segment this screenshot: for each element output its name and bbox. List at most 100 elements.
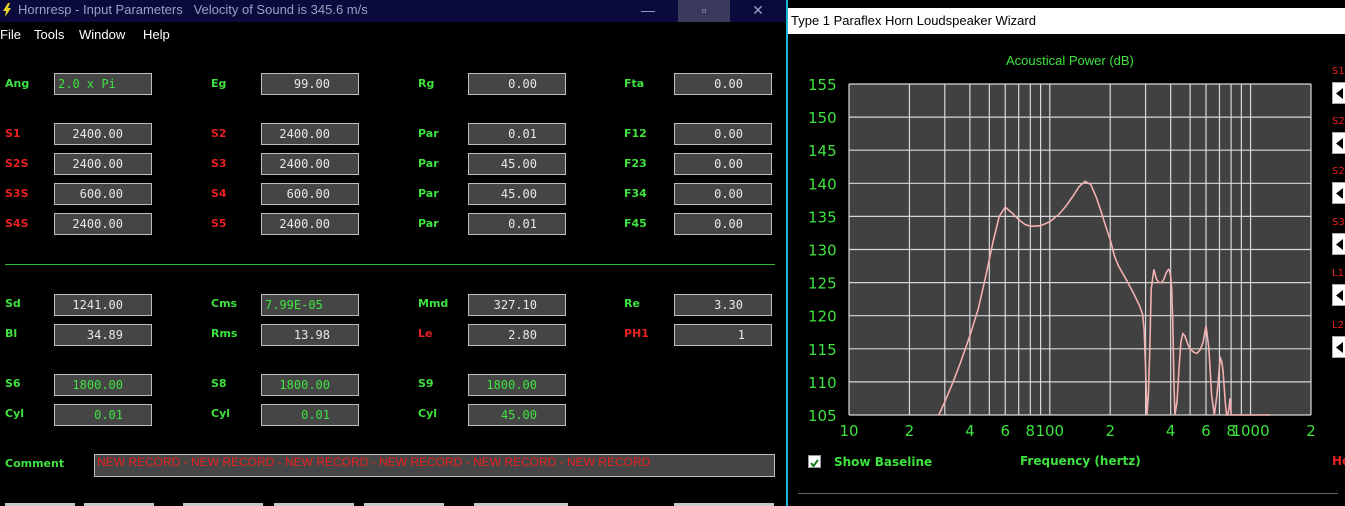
frequency-axis-label: Frequency (hertz) — [1020, 454, 1141, 468]
param-field[interactable]: 0.01 — [468, 213, 566, 235]
le-field[interactable]: 2.80 — [468, 324, 566, 346]
menu-tools[interactable]: Tools — [34, 27, 64, 42]
x-tick-label: 4 — [965, 422, 975, 440]
maximize-button[interactable]: ▫ — [678, 0, 730, 22]
show-baseline-label[interactable]: Show Baseline — [834, 455, 932, 469]
y-tick-label: 155 — [808, 76, 837, 94]
minimize-button[interactable]: — — [622, 0, 674, 22]
cut-off-label: Ho — [1332, 454, 1345, 468]
side-control-label: L2 — [1332, 320, 1344, 331]
menu-file[interactable]: File — [0, 27, 21, 42]
param-field[interactable]: 0.00 — [674, 153, 772, 175]
cyl3-label: Cyl — [418, 407, 438, 420]
mmd-label: Mmd — [418, 297, 449, 310]
x-tick-label: 8 — [1026, 422, 1036, 440]
param-field[interactable]: 2.0 x Pi — [54, 73, 152, 95]
param-field[interactable]: 0.00 — [674, 183, 772, 205]
left-window-title: Hornresp - Input Parameters Velocity of … — [18, 2, 368, 17]
param-label: Fta — [624, 77, 645, 90]
param-field[interactable]: 600.00 — [54, 183, 152, 205]
param-label: Eg — [211, 77, 227, 90]
s9-label: S9 — [418, 377, 434, 390]
mmd-field[interactable]: 327.10 — [468, 294, 566, 316]
param-field[interactable]: 600.00 — [261, 183, 359, 205]
y-tick-label: 125 — [808, 275, 837, 293]
param-field[interactable]: 0.00 — [468, 73, 566, 95]
param-field[interactable]: 2400.00 — [54, 123, 152, 145]
arrow-left-icon — [1336, 188, 1343, 199]
menu-bar: File Tools Window Help — [0, 24, 786, 46]
side-control-arrow-button[interactable] — [1332, 336, 1345, 358]
param-field[interactable]: 2400.00 — [54, 153, 152, 175]
menu-window[interactable]: Window — [79, 27, 125, 42]
left-titlebar[interactable]: Hornresp - Input Parameters Velocity of … — [0, 0, 786, 22]
param-field[interactable]: 0.00 — [674, 123, 772, 145]
menu-help[interactable]: Help — [143, 27, 170, 42]
y-tick-label: 145 — [808, 142, 837, 160]
rms-field[interactable]: 13.98 — [261, 324, 359, 346]
param-field[interactable]: 2400.00 — [261, 123, 359, 145]
side-control-arrow-button[interactable] — [1332, 182, 1345, 204]
cyl1-field[interactable]: 0.01 — [54, 404, 152, 426]
x-tick-label: 6 — [1201, 422, 1211, 440]
x-tick-label: 2 — [905, 422, 915, 440]
arrow-left-icon — [1336, 138, 1343, 149]
param-label: S5 — [211, 217, 227, 230]
param-field[interactable]: 0.01 — [468, 123, 566, 145]
y-tick-label: 135 — [808, 208, 837, 226]
side-control-arrow-button[interactable] — [1332, 82, 1345, 104]
show-baseline-checkbox[interactable] — [808, 455, 821, 468]
cyl2-field[interactable]: 0.01 — [261, 404, 359, 426]
param-label: Par — [418, 127, 439, 140]
param-field[interactable]: 0.00 — [674, 73, 772, 95]
close-button[interactable]: ✕ — [732, 0, 784, 22]
arrow-left-icon — [1336, 239, 1343, 250]
side-control-arrow-button[interactable] — [1332, 132, 1345, 154]
cyl3-field[interactable]: 45.00 — [468, 404, 566, 426]
param-label: S2S — [5, 157, 29, 170]
y-tick-label: 140 — [808, 175, 837, 193]
comment-field[interactable]: NEW RECORD - NEW RECORD - NEW RECORD - N… — [94, 454, 775, 477]
side-control-label: L1 — [1332, 268, 1344, 279]
param-label: F45 — [624, 217, 647, 230]
x-tick-label: 2 — [1105, 422, 1115, 440]
sd-field[interactable]: 1241.00 — [54, 294, 152, 316]
side-control-arrow-button[interactable] — [1332, 233, 1345, 255]
param-label: Rg — [418, 77, 435, 90]
x-tick-label: 4 — [1166, 422, 1176, 440]
bottom-separator — [798, 493, 1338, 494]
param-field[interactable]: 99.00 — [261, 73, 359, 95]
param-label: Par — [418, 187, 439, 200]
x-tick-label: 6 — [1000, 422, 1010, 440]
s9-field[interactable]: 1800.00 — [468, 374, 566, 396]
s8-label: S8 — [211, 377, 227, 390]
checkmark-icon — [810, 459, 819, 468]
ph1-field[interactable]: 1 — [674, 324, 772, 346]
bl-field[interactable]: 34.89 — [54, 324, 152, 346]
param-label: S3 — [211, 157, 227, 170]
rms-label: Rms — [211, 327, 238, 340]
param-label: Par — [418, 157, 439, 170]
x-tick-label: 1000 — [1231, 422, 1269, 440]
re-field[interactable]: 3.30 — [674, 294, 772, 316]
s6-field[interactable]: 1800.00 — [54, 374, 152, 396]
y-tick-label: 130 — [808, 242, 837, 260]
param-field[interactable]: 0.00 — [674, 213, 772, 235]
cms-field[interactable]: 7.99E-05 — [261, 294, 359, 316]
side-control-label: S3 — [1332, 217, 1345, 228]
param-field[interactable]: 45.00 — [468, 183, 566, 205]
arrow-left-icon — [1336, 342, 1343, 353]
s8-field[interactable]: 1800.00 — [261, 374, 359, 396]
param-field[interactable]: 2400.00 — [261, 153, 359, 175]
arrow-left-icon — [1336, 290, 1343, 301]
param-label: F12 — [624, 127, 647, 140]
param-field[interactable]: 45.00 — [468, 153, 566, 175]
param-field[interactable]: 2400.00 — [54, 213, 152, 235]
cyl2-label: Cyl — [211, 407, 231, 420]
param-field[interactable]: 2400.00 — [261, 213, 359, 235]
input-parameters-window: Hornresp - Input Parameters Velocity of … — [0, 0, 786, 506]
sd-label: Sd — [5, 297, 21, 310]
side-control-arrow-button[interactable] — [1332, 284, 1345, 306]
bl-label: Bl — [5, 327, 18, 340]
hornresp-app-icon — [3, 3, 11, 17]
